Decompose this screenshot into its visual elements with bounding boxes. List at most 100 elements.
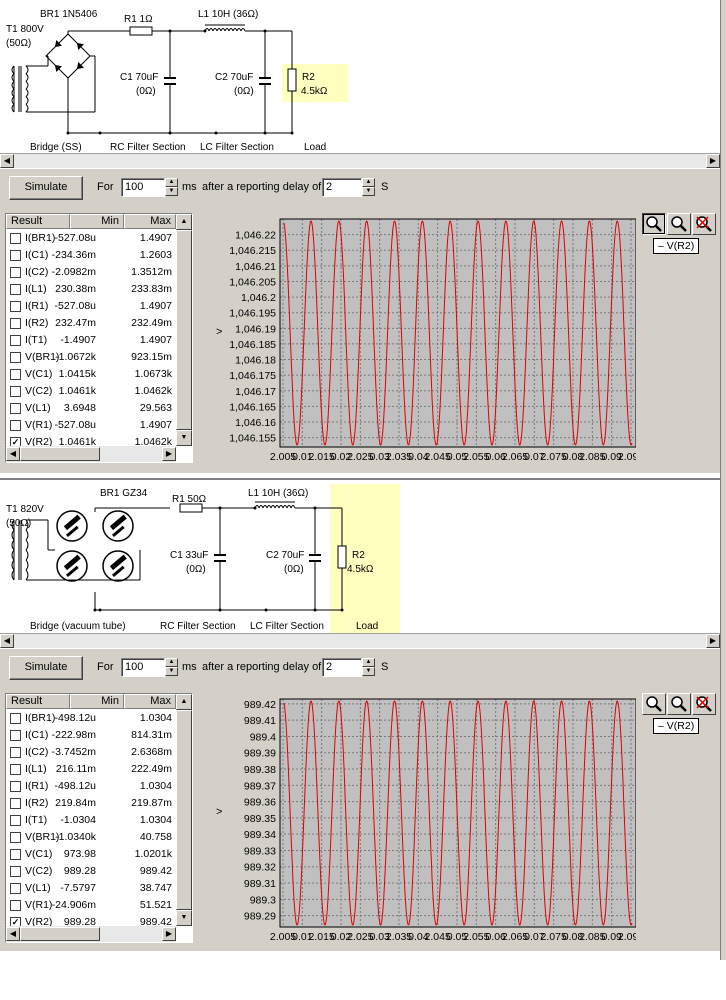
result-row[interactable]: I(BR1) -498.12u 1.0304	[6, 710, 176, 727]
result-row[interactable]: I(R2) 219.84m 219.87m	[6, 795, 176, 812]
result-checkbox[interactable]	[10, 900, 21, 911]
scroll-up-arrow-icon[interactable]: ▲	[176, 694, 192, 710]
column-header-min[interactable]: Min	[70, 694, 124, 709]
results-vertical-scrollbar[interactable]: ▲ ▼	[176, 214, 192, 446]
scroll-left-arrow-icon[interactable]: ◀	[0, 154, 14, 168]
result-row[interactable]: I(C1) -222.98m 814.31m	[6, 727, 176, 744]
result-row[interactable]: I(C2) -2.0982m 1.3512m	[6, 264, 176, 281]
result-checkbox[interactable]	[10, 764, 21, 775]
result-row[interactable]: V(C2) 1.0461k 1.0462k	[6, 383, 176, 400]
result-row[interactable]: V(L1) 3.6948 29.563	[6, 400, 176, 417]
waveform-chart[interactable]: 1,046.22 1,046.215 1,046.21 1,046.205 1,046.…	[196, 213, 636, 469]
result-row[interactable]: V(BR1) -1.0672k 923.15m	[6, 349, 176, 366]
spin-up-icon[interactable]: ▲	[165, 178, 178, 187]
result-checkbox[interactable]	[10, 352, 21, 363]
duration-input[interactable]: 100	[121, 178, 165, 197]
spin-down-icon[interactable]: ▼	[362, 667, 375, 676]
result-row[interactable]: V(R1) -24.906m 51.521	[6, 897, 176, 914]
result-checkbox[interactable]	[10, 318, 21, 329]
result-row[interactable]: I(R1) -527.08u 1.4907	[6, 298, 176, 315]
scroll-up-arrow-icon[interactable]: ▲	[176, 214, 192, 230]
result-checkbox[interactable]	[10, 301, 21, 312]
result-checkbox[interactable]	[10, 335, 21, 346]
scroll-left-arrow-icon[interactable]: ◀	[6, 447, 20, 461]
scroll-thumb[interactable]	[176, 710, 192, 910]
scroll-left-arrow-icon[interactable]: ◀	[0, 634, 14, 648]
simulate-button[interactable]: Simulate	[9, 656, 83, 680]
result-row[interactable]: I(C2) -3.7452m 2.6368m	[6, 744, 176, 761]
result-row[interactable]: V(C1) 1.0415k 1.0673k	[6, 366, 176, 383]
column-header-min[interactable]: Min	[70, 214, 124, 229]
delay-spinner[interactable]: ▲ ▼	[362, 658, 375, 677]
zoom-in-button[interactable]	[642, 213, 666, 235]
spin-up-icon[interactable]: ▲	[362, 178, 375, 187]
scroll-thumb[interactable]	[20, 927, 100, 941]
result-checkbox[interactable]	[10, 233, 21, 244]
result-checkbox[interactable]	[10, 781, 21, 792]
result-checkbox[interactable]	[10, 250, 21, 261]
column-header-max[interactable]: Max	[124, 214, 176, 229]
simulate-button[interactable]: Simulate	[9, 176, 83, 200]
result-row[interactable]: V(C1) 973.98 1.0201k	[6, 846, 176, 863]
spin-down-icon[interactable]: ▼	[165, 187, 178, 196]
result-checkbox[interactable]	[10, 730, 21, 741]
result-checkbox[interactable]	[10, 420, 21, 431]
result-row[interactable]: I(T1) -1.0304 1.0304	[6, 812, 176, 829]
scroll-right-arrow-icon[interactable]: ▶	[162, 447, 176, 461]
zoom-reset-button[interactable]	[692, 213, 716, 235]
result-checkbox[interactable]	[10, 883, 21, 894]
result-row[interactable]: I(T1) -1.4907 1.4907	[6, 332, 176, 349]
results-list[interactable]: Result Min Max I(BR1) -498.12u 1.0304 I(C1)…	[5, 693, 193, 943]
results-horizontal-scrollbar[interactable]: ◀ ▶	[6, 446, 176, 462]
scroll-right-arrow-icon[interactable]: ▶	[706, 634, 720, 648]
result-checkbox[interactable]	[10, 815, 21, 826]
scroll-thumb[interactable]	[176, 230, 192, 430]
scroll-down-arrow-icon[interactable]: ▼	[176, 430, 192, 446]
result-row[interactable]: V(L1) -7.5797 38.747	[6, 880, 176, 897]
result-row[interactable]: V(C2) 989.28 989.42	[6, 863, 176, 880]
zoom-in-button[interactable]	[642, 693, 666, 715]
reporting-delay-input[interactable]: 2	[322, 178, 362, 197]
reporting-delay-input[interactable]: 2	[322, 658, 362, 677]
result-row[interactable]: I(R1) -498.12u 1.0304	[6, 778, 176, 795]
column-header-result[interactable]: Result	[6, 694, 70, 709]
spin-down-icon[interactable]: ▼	[362, 187, 375, 196]
delay-spinner[interactable]: ▲ ▼	[362, 178, 375, 197]
scroll-left-arrow-icon[interactable]: ◀	[6, 927, 20, 941]
scroll-right-arrow-icon[interactable]: ▶	[162, 927, 176, 941]
results-horizontal-scrollbar[interactable]: ◀ ▶	[6, 926, 176, 942]
spin-down-icon[interactable]: ▼	[165, 667, 178, 676]
zoom-reset-button[interactable]	[692, 693, 716, 715]
schematic-horizontal-scrollbar[interactable]: ◀ ▶	[0, 633, 720, 648]
result-checkbox[interactable]	[10, 284, 21, 295]
duration-spinner[interactable]: ▲ ▼	[165, 658, 178, 677]
zoom-out-button[interactable]	[667, 213, 691, 235]
results-list[interactable]: Result Min Max I(BR1) -527.08u 1.4907 I(C1)…	[5, 213, 193, 463]
zoom-out-button[interactable]	[667, 693, 691, 715]
result-row[interactable]: V(R1) -527.08u 1.4907	[6, 417, 176, 434]
scroll-thumb[interactable]	[20, 447, 100, 461]
spin-up-icon[interactable]: ▲	[362, 658, 375, 667]
result-row[interactable]: I(C1) -234.36m 1.2603	[6, 247, 176, 264]
result-checkbox[interactable]	[10, 403, 21, 414]
result-checkbox[interactable]	[10, 866, 21, 877]
result-checkbox[interactable]	[10, 267, 21, 278]
waveform-chart[interactable]: 989.42 989.41 989.4 989.39 989.38 989.37 989.3…	[196, 693, 636, 949]
schematic-horizontal-scrollbar[interactable]: ◀ ▶	[0, 153, 720, 168]
result-checkbox[interactable]	[10, 798, 21, 809]
result-row[interactable]: I(L1) 230.38m 233.83m	[6, 281, 176, 298]
result-checkbox[interactable]	[10, 849, 21, 860]
result-row[interactable]: I(BR1) -527.08u 1.4907	[6, 230, 176, 247]
result-row[interactable]: I(L1) 216.11m 222.49m	[6, 761, 176, 778]
scroll-down-arrow-icon[interactable]: ▼	[176, 910, 192, 926]
result-checkbox[interactable]	[10, 832, 21, 843]
results-vertical-scrollbar[interactable]: ▲ ▼	[176, 694, 192, 926]
result-row[interactable]: V(BR1) -1.0340k 40.758	[6, 829, 176, 846]
result-checkbox[interactable]	[10, 369, 21, 380]
result-checkbox[interactable]	[10, 747, 21, 758]
result-checkbox[interactable]	[10, 386, 21, 397]
column-header-result[interactable]: Result	[6, 214, 70, 229]
result-row[interactable]: I(R2) 232.47m 232.49m	[6, 315, 176, 332]
spin-up-icon[interactable]: ▲	[165, 658, 178, 667]
duration-input[interactable]: 100	[121, 658, 165, 677]
